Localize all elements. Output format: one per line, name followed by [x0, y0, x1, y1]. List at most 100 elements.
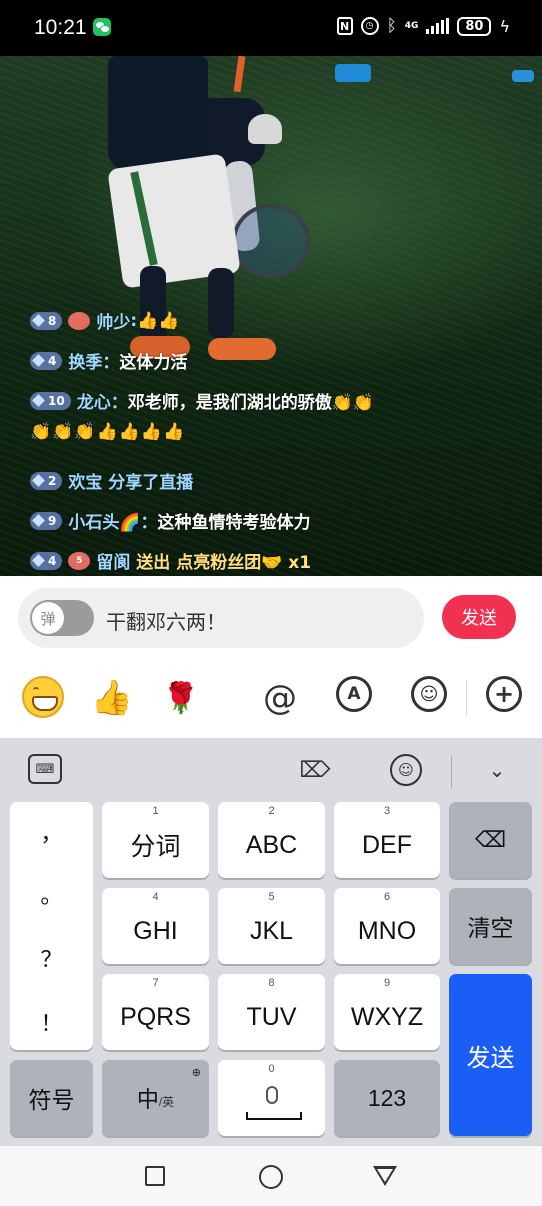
punct-period-key[interactable]: 。 — [10, 878, 93, 910]
key-4[interactable]: 4 GHI — [102, 888, 209, 964]
comment-input[interactable]: 弹 干翻邓六两！ — [18, 588, 424, 648]
comment-input-bar: 弹 干翻邓六两！ 发送 — [0, 576, 542, 660]
chat-separator: ： — [110, 393, 128, 413]
key-2[interactable]: 2 ABC — [218, 802, 325, 878]
chat-message[interactable]: 4 换季： 这体力活 — [30, 348, 187, 373]
home-circle-icon[interactable] — [259, 1165, 283, 1189]
rose-icon[interactable]: 🌹 — [162, 676, 199, 720]
chat-separator: ： — [102, 353, 120, 373]
keyboard-toolbar: ⌨ ⌦ ☺ ⌄ — [0, 738, 542, 800]
ime-keyboard: ⌨ ⌦ ☺ ⌄ ， 。 ？ ！ 1 分词 2 ABC 3 DEF ⌫ 4 GHI 5 JK… — [0, 738, 542, 1146]
punctuation-column: ， 。 ？ ！ — [10, 802, 93, 1050]
grinning-face-icon[interactable] — [22, 676, 64, 718]
chat-username[interactable]: 换季 — [68, 348, 102, 373]
punct-question-key[interactable]: ？ — [10, 942, 93, 974]
chat-text: 送出 点亮粉丝团🤝 x1 — [136, 553, 312, 573]
punct-comma-key[interactable]: ， — [10, 816, 93, 848]
level-badge: 8 — [30, 311, 63, 330]
symbol-key[interactable]: 符号 — [10, 1060, 93, 1136]
diamond-icon — [32, 474, 45, 487]
status-bar: 10:21 N ◷ ᛒ 4G 80 ϟ — [0, 0, 542, 56]
status-icons: N ◷ ᛒ 4G 80 ϟ — [336, 16, 510, 36]
backspace-icon: ⌫ — [474, 827, 507, 852]
chat-text: 👏👏👏👍👍👍👍 — [30, 422, 186, 442]
key-7[interactable]: 7 PQRS — [102, 974, 209, 1050]
comment-input-text[interactable]: 干翻邓六两！ — [106, 606, 226, 635]
emoji-icon[interactable]: ☺ — [390, 754, 422, 786]
at-icon[interactable]: @ — [260, 676, 300, 720]
chat-message[interactable]: 2 欢宝 分享了直播 — [30, 468, 193, 493]
chat-message[interactable]: 8 帅少: 👍👍 — [30, 308, 180, 333]
space-key[interactable]: 0 — [218, 1060, 325, 1136]
key-3[interactable]: 3 DEF — [334, 802, 440, 878]
thumbs-up-icon[interactable]: 👍 — [91, 676, 133, 720]
network-type-label: 4G — [404, 20, 419, 31]
bucket — [512, 70, 534, 82]
wechat-icon — [93, 18, 111, 36]
clear-key[interactable]: 清空 — [449, 888, 532, 964]
key-5[interactable]: 5 JKL — [218, 888, 325, 964]
chat-message[interactable]: 9 小石头🌈： 这种鱼情特考验体力 — [30, 508, 311, 533]
skin-brush-icon[interactable]: ⌦ — [299, 754, 330, 786]
backspace-key[interactable]: ⌫ — [449, 802, 532, 878]
alarm-icon: ◷ — [360, 17, 379, 35]
chat-message[interactable]: 10 龙心： 邓老师，是我们湖北的骄傲👏👏 — [30, 388, 374, 413]
square-recents-icon[interactable] — [145, 1166, 165, 1186]
danmaku-toggle-knob: 弹 — [32, 602, 64, 634]
chat-text: 这种鱼情特考验体力 — [157, 513, 311, 533]
fan-heart-icon: 5 — [68, 551, 91, 570]
chat-separator: ： — [140, 513, 158, 533]
collapse-keyboard-icon[interactable]: ⌄ — [482, 754, 512, 786]
chat-username[interactable]: 留阆 — [96, 548, 130, 573]
landing-net — [232, 204, 310, 278]
level-badge: 9 — [30, 511, 63, 530]
microphone-icon — [266, 1086, 278, 1104]
bucket — [335, 64, 371, 82]
keyboard-send-key[interactable]: 发送 — [449, 974, 532, 1136]
charging-icon: ϟ — [499, 16, 510, 36]
level-badge: 4 — [30, 351, 63, 370]
plus-icon[interactable]: + — [486, 676, 522, 712]
diamond-icon — [32, 354, 45, 367]
danmaku-toggle[interactable]: 弹 — [30, 600, 94, 636]
punct-exclaim-key[interactable]: ！ — [10, 1006, 93, 1038]
key-9[interactable]: 9 WXYZ — [334, 974, 440, 1050]
diamond-icon — [32, 314, 45, 327]
emoji-tool-row: 👍 🌹 @ A ☺ + — [0, 660, 542, 738]
chat-text: 邓老师，是我们湖北的骄傲👏👏 — [127, 393, 375, 413]
level-badge: 10 — [30, 391, 71, 410]
chat-message[interactable]: 4 5 留阆 送出 点亮粉丝团🤝 x1 — [30, 548, 311, 573]
number-key[interactable]: 123 — [334, 1060, 440, 1136]
fan-heart-icon — [68, 311, 91, 330]
status-time: 10:21 — [34, 16, 87, 39]
nfc-icon: N — [336, 17, 353, 35]
back-triangle-icon[interactable] — [373, 1166, 397, 1186]
chat-text: 这体力活 — [119, 353, 188, 373]
keyboard-settings-icon[interactable]: ⌨ — [28, 754, 62, 784]
angler-shoe — [208, 338, 276, 360]
chat-username[interactable]: 帅少 — [96, 308, 130, 333]
chat-username[interactable]: 小石头🌈 — [68, 508, 140, 533]
diamond-icon — [32, 394, 45, 407]
language-switch-key[interactable]: ⊕ 中/英 — [102, 1060, 209, 1136]
system-nav-bar — [0, 1146, 542, 1206]
globe-icon: ⊕ — [191, 1067, 201, 1079]
diamond-icon — [32, 514, 45, 527]
angler-leg — [140, 266, 166, 346]
emoji-face-icon[interactable]: ☺ — [411, 676, 447, 712]
fishing-rod — [233, 56, 246, 93]
chat-message-continuation: 👏👏👏👍👍👍👍 — [30, 422, 185, 442]
divider — [451, 756, 452, 788]
send-button[interactable]: 发送 — [442, 595, 516, 639]
angler-hat — [248, 114, 282, 144]
angler-standing — [108, 56, 208, 171]
chat-username[interactable]: 龙心 — [77, 388, 111, 413]
key-1[interactable]: 1 分词 — [102, 802, 209, 878]
key-6[interactable]: 6 MNO — [334, 888, 440, 964]
live-video[interactable]: 8 帅少: 👍👍 4 换季： 这体力活 10 龙心： 邓老师，是我们湖北的骄傲👏… — [0, 56, 542, 576]
battery-icon: 80 — [457, 16, 492, 36]
key-8[interactable]: 8 TUV — [218, 974, 325, 1050]
divider — [466, 680, 467, 716]
chat-username[interactable]: 欢宝 — [68, 468, 102, 493]
voice-icon[interactable]: A — [336, 676, 372, 712]
